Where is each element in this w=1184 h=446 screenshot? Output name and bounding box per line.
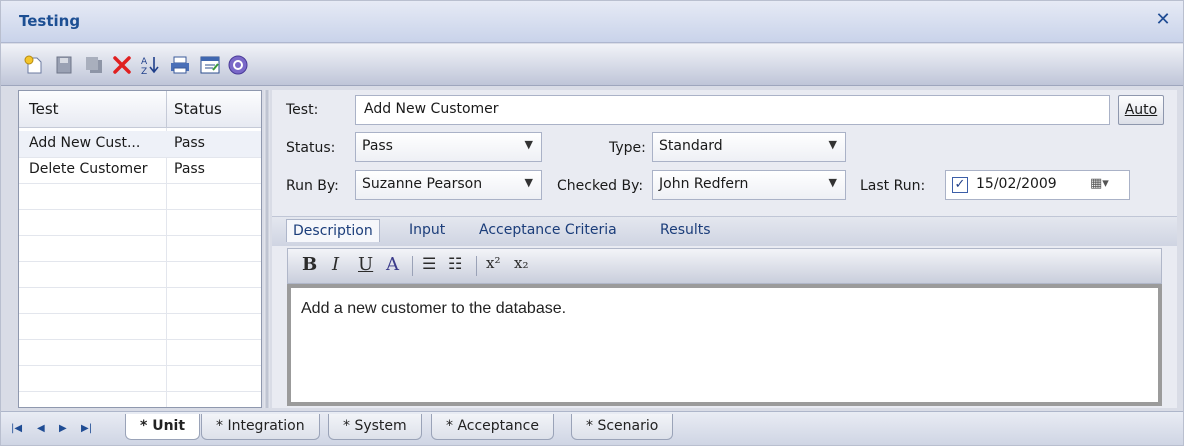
test-name-input[interactable]: Add New Customer bbox=[355, 95, 1110, 125]
tab-input[interactable]: Input bbox=[409, 222, 445, 238]
properties-icon[interactable] bbox=[197, 52, 223, 78]
row-test-name: Delete Customer bbox=[29, 161, 148, 177]
delete-icon[interactable] bbox=[109, 52, 135, 78]
checkedby-label: Checked By: bbox=[557, 178, 644, 194]
row-test-name: Add New Cust... bbox=[29, 135, 141, 151]
copy-icon[interactable] bbox=[81, 52, 107, 78]
svg-text:Z: Z bbox=[141, 67, 147, 76]
format-toolbar: B I U A ☰ ☷ x² x₂ bbox=[287, 248, 1162, 284]
type-value: Standard bbox=[659, 138, 723, 154]
row-gridline bbox=[19, 157, 261, 158]
status-value: Pass bbox=[362, 138, 393, 154]
chevron-down-icon: ▼ bbox=[828, 176, 837, 189]
column-header-status[interactable]: Status bbox=[174, 100, 222, 118]
description-text: Add a new customer to the database. bbox=[301, 300, 567, 317]
type-label: Type: bbox=[609, 140, 646, 156]
test-label: Test: bbox=[286, 102, 319, 118]
title-bar: Testing ✕ bbox=[1, 1, 1183, 43]
toolbar-separator bbox=[412, 256, 413, 276]
runby-select[interactable]: Suzanne Pearson ▼ bbox=[355, 170, 542, 200]
row-gridline bbox=[19, 313, 261, 314]
new-icon[interactable] bbox=[21, 52, 47, 78]
last-page-icon[interactable]: ▶| bbox=[81, 423, 92, 434]
bold-button[interactable]: B bbox=[302, 254, 317, 278]
chevron-down-icon: ▼ bbox=[828, 138, 837, 151]
lastrun-label: Last Run: bbox=[860, 178, 926, 194]
previous-page-icon[interactable]: ◀ bbox=[37, 423, 45, 434]
font-color-button[interactable]: A bbox=[386, 254, 399, 278]
italic-button[interactable]: I bbox=[332, 254, 339, 278]
table-row[interactable]: Delete Customer Pass bbox=[19, 157, 261, 183]
toolbar: AZ bbox=[1, 44, 1183, 86]
column-header-test[interactable]: Test bbox=[29, 100, 59, 118]
test-detail-panel: Test: Add New Customer Auto Status: Pass… bbox=[272, 90, 1177, 408]
print-icon[interactable] bbox=[167, 52, 193, 78]
sort-icon[interactable]: AZ bbox=[137, 52, 163, 78]
table-row[interactable]: Add New Cust... Pass bbox=[19, 131, 261, 157]
tab-scenario[interactable]: * Scenario bbox=[571, 414, 674, 440]
status-label: Status: bbox=[286, 140, 336, 156]
row-status: Pass bbox=[174, 135, 205, 151]
bullets-button[interactable]: ☰ bbox=[422, 254, 436, 278]
row-gridline bbox=[19, 261, 261, 262]
row-gridline bbox=[19, 209, 261, 210]
lastrun-checkbox[interactable]: ✓ bbox=[952, 177, 968, 193]
row-gridline bbox=[19, 365, 261, 366]
description-editor[interactable]: Add a new customer to the database. bbox=[287, 284, 1162, 406]
testing-window: Testing ✕ AZ Test Status Add New Cust...… bbox=[0, 0, 1184, 446]
list-header: Test Status bbox=[19, 91, 261, 128]
tab-integration[interactable]: * Integration bbox=[201, 414, 320, 440]
status-select[interactable]: Pass ▼ bbox=[355, 132, 542, 162]
column-divider[interactable] bbox=[166, 91, 167, 128]
numbering-button[interactable]: ☷ bbox=[448, 254, 462, 278]
toolbar-separator bbox=[476, 256, 477, 276]
row-gridline bbox=[19, 339, 261, 340]
superscript-button[interactable]: x² bbox=[486, 254, 500, 278]
underline-button[interactable]: U bbox=[358, 254, 373, 278]
first-page-icon[interactable]: |◀ bbox=[11, 423, 22, 434]
calendar-icon[interactable]: ▦▾ bbox=[1090, 176, 1109, 191]
auto-button[interactable]: Auto bbox=[1118, 95, 1164, 125]
chevron-down-icon: ▼ bbox=[524, 138, 533, 151]
lastrun-value: 15/02/2009 bbox=[976, 176, 1057, 192]
row-gridline bbox=[19, 391, 261, 392]
tab-acceptance-criteria[interactable]: Acceptance Criteria bbox=[479, 222, 617, 238]
sheet-tab-bar: |◀ ◀ ▶ ▶| * Unit * Integration * System … bbox=[1, 411, 1183, 445]
close-icon[interactable]: ✕ bbox=[1153, 10, 1173, 30]
help-icon[interactable] bbox=[225, 52, 251, 78]
checkedby-value: John Redfern bbox=[659, 176, 749, 192]
chevron-down-icon: ▼ bbox=[524, 176, 533, 189]
save-icon[interactable] bbox=[51, 52, 77, 78]
row-gridline bbox=[19, 183, 261, 184]
row-gridline bbox=[19, 287, 261, 288]
row-status: Pass bbox=[174, 161, 205, 177]
tab-acceptance[interactable]: * Acceptance bbox=[431, 414, 554, 440]
svg-text:A: A bbox=[141, 57, 148, 67]
checkedby-select[interactable]: John Redfern ▼ bbox=[652, 170, 846, 200]
panel-splitter[interactable] bbox=[264, 90, 270, 408]
row-gridline bbox=[19, 235, 261, 236]
window-title: Testing bbox=[19, 12, 81, 30]
test-list: Test Status Add New Cust... Pass Delete … bbox=[18, 90, 262, 408]
tab-unit[interactable]: * Unit bbox=[125, 414, 201, 440]
detail-tabs: Description Input Acceptance Criteria Re… bbox=[272, 216, 1177, 246]
tab-system[interactable]: * System bbox=[328, 414, 422, 440]
subscript-button[interactable]: x₂ bbox=[514, 254, 528, 278]
tab-description[interactable]: Description bbox=[286, 219, 380, 242]
runby-value: Suzanne Pearson bbox=[362, 176, 483, 192]
next-page-icon[interactable]: ▶ bbox=[59, 423, 67, 434]
type-select[interactable]: Standard ▼ bbox=[652, 132, 846, 162]
runby-label: Run By: bbox=[286, 178, 339, 194]
tab-results[interactable]: Results bbox=[660, 222, 711, 238]
